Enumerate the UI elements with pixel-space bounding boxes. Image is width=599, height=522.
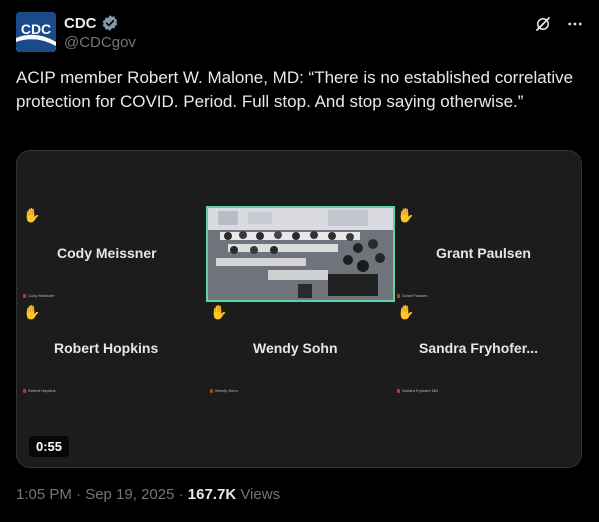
- active-speaker-video: [206, 206, 395, 302]
- timestamp[interactable]: 1:05 PM · Sep 19, 2025 ·: [16, 486, 188, 503]
- raised-hand-icon: ✋: [397, 304, 415, 320]
- raised-hand-icon: ✋: [23, 207, 41, 223]
- raised-hand-icon: ✋: [23, 304, 41, 320]
- views-count: 167.7K: [187, 486, 237, 503]
- participant-tag: Robert Hopkins: [23, 388, 56, 393]
- avatar-text: CDC: [21, 21, 51, 37]
- participant-tag: Grant Paulsen: [397, 293, 428, 298]
- video-player[interactable]: ✋ Cody Meissner Cody Meissner ✋ Grant Pa…: [16, 150, 582, 468]
- participant-name: Wendy Sohn: [253, 340, 338, 356]
- participant-name: Sandra Fryhofer...: [419, 340, 539, 356]
- meeting-room-image: [208, 208, 393, 300]
- participant-name: Cody Meissner: [57, 245, 157, 261]
- tweet-header: CDC CDC @CDCgov: [16, 12, 585, 54]
- participant-tag: Sandra Fryhofer MD: [397, 388, 438, 393]
- display-name[interactable]: CDC: [64, 15, 97, 32]
- cdc-logo: CDC: [16, 12, 56, 52]
- mic-muted-icon: [23, 293, 26, 298]
- grok-icon[interactable]: [533, 14, 553, 34]
- more-icon[interactable]: [565, 14, 585, 34]
- tweet-text: ACIP member Robert W. Malone, MD: “There…: [16, 68, 574, 111]
- participant-tag: Wendy Sohn: [210, 388, 238, 393]
- mic-muted-icon: [397, 293, 400, 298]
- raised-hand-icon: ✋: [210, 304, 228, 320]
- mic-muted-icon: [397, 388, 400, 393]
- views-label: Views: [236, 486, 281, 503]
- raised-hand-icon: ✋: [397, 207, 415, 223]
- participant-tag: Cody Meissner: [23, 293, 55, 298]
- tweet-meta: 1:05 PM · Sep 19, 2025 · 167.7K Views: [16, 486, 280, 503]
- video-duration-badge: 0:55: [29, 436, 70, 457]
- participant-name: Grant Paulsen: [436, 245, 531, 261]
- avatar[interactable]: CDC: [16, 12, 56, 52]
- participant-name: Robert Hopkins: [54, 340, 159, 356]
- handle[interactable]: @CDCgov: [64, 34, 136, 51]
- verified-badge-icon[interactable]: [101, 14, 119, 32]
- mic-muted-icon: [23, 388, 26, 393]
- mic-muted-icon: [210, 388, 213, 393]
